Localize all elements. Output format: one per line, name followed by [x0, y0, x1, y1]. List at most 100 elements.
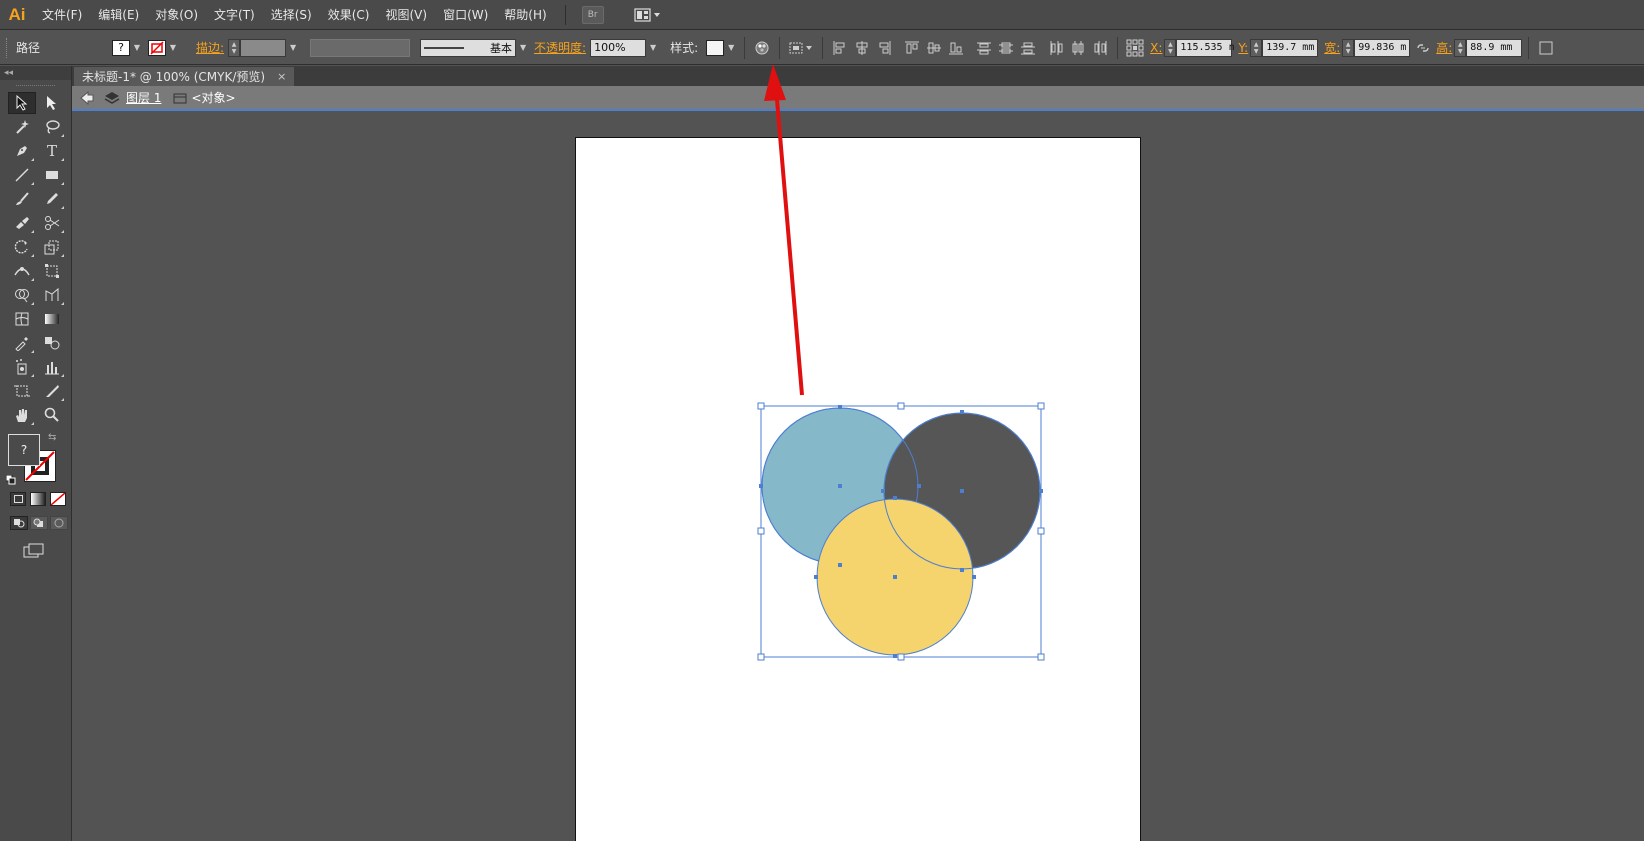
close-icon[interactable]: × [277, 70, 286, 83]
style-dropdown-icon[interactable]: ▼ [724, 40, 738, 56]
gradient-mode-icon[interactable] [30, 492, 46, 506]
column-graph-tool-icon[interactable] [38, 356, 66, 378]
distribute-right-icon[interactable] [1089, 37, 1111, 59]
draw-inside-icon[interactable] [50, 516, 68, 530]
magic-wand-tool-icon[interactable] [8, 116, 36, 138]
gradient-tool-icon[interactable] [38, 308, 66, 330]
fill-dropdown-icon[interactable]: ▼ [130, 40, 144, 56]
rotate-tool-icon[interactable] [8, 236, 36, 258]
lasso-tool-icon[interactable] [38, 116, 66, 138]
document-tab[interactable]: 未标题-1* @ 100% (CMYK/预览) × [74, 67, 295, 86]
draw-normal-icon[interactable] [10, 516, 28, 530]
align-right-icon[interactable] [873, 37, 895, 59]
brush-dropdown-icon[interactable]: ▼ [516, 40, 530, 56]
width-field[interactable]: 99.836 m [1354, 38, 1411, 57]
zoom-tool-icon[interactable] [38, 404, 66, 426]
stroke-weight-spinner[interactable]: ▲ ▼ [228, 38, 241, 57]
variable-width-field[interactable] [310, 38, 411, 57]
menu-edit[interactable]: 编辑(E) [90, 0, 147, 30]
align-vcenter-icon[interactable] [923, 37, 945, 59]
menu-file[interactable]: 文件(F) [34, 0, 90, 30]
transform-panel-icon[interactable] [1535, 37, 1557, 59]
tools-panel-collapse[interactable]: ◂◂ [0, 66, 71, 80]
hand-tool-icon[interactable] [8, 404, 36, 426]
draw-behind-icon[interactable] [30, 516, 48, 530]
layer-breadcrumb[interactable]: 图层 1 [126, 89, 161, 106]
height-label[interactable]: 高: [1436, 39, 1452, 56]
color-mode-icon[interactable] [10, 492, 26, 506]
rectangle-tool-icon[interactable] [38, 164, 66, 186]
graphic-style-swatch[interactable] [706, 39, 725, 56]
opacity-dropdown-icon[interactable]: ▼ [646, 40, 660, 56]
opacity-field[interactable]: 100% [590, 38, 647, 57]
stroke-weight-label[interactable]: 描边: [196, 39, 224, 56]
align-top-icon[interactable] [901, 37, 923, 59]
paintbrush-tool-icon[interactable] [8, 188, 36, 210]
type-tool-icon[interactable]: T [38, 140, 66, 162]
reference-point-icon[interactable] [1124, 37, 1146, 59]
back-arrow-icon[interactable] [76, 90, 98, 105]
artboard-tool-icon[interactable] [8, 380, 36, 402]
distribute-hcenter-icon[interactable] [1067, 37, 1089, 59]
y-field[interactable]: 139.7 mm [1262, 38, 1319, 57]
align-left-icon[interactable] [829, 37, 851, 59]
menu-object[interactable]: 对象(O) [147, 0, 206, 30]
free-transform-tool-icon[interactable] [38, 260, 66, 282]
stroke-dropdown-icon[interactable]: ▼ [166, 40, 180, 56]
scale-tool-icon[interactable] [38, 236, 66, 258]
fill-swatch[interactable]: ? [112, 39, 130, 56]
menu-select[interactable]: 选择(S) [263, 0, 320, 30]
menu-view[interactable]: 视图(V) [377, 0, 435, 30]
height-spinner[interactable]: ▲ ▼ [1454, 38, 1467, 57]
pen-tool-icon[interactable] [8, 140, 36, 162]
blend-tool-icon[interactable] [38, 332, 66, 354]
height-field[interactable]: 88.9 mm [1466, 38, 1523, 57]
line-segment-tool-icon[interactable] [8, 164, 36, 186]
canvas[interactable] [72, 112, 1644, 841]
menu-type[interactable]: 文字(T) [206, 0, 263, 30]
blob-brush-tool-icon[interactable] [8, 212, 36, 234]
width-spinner[interactable]: ▲ ▼ [1342, 38, 1355, 57]
workspace-switcher[interactable] [634, 7, 662, 23]
direct-selection-tool-icon[interactable] [38, 92, 66, 114]
stroke-weight-dropdown-icon[interactable]: ▼ [286, 40, 300, 56]
y-spinner[interactable]: ▲ ▼ [1250, 38, 1263, 57]
menu-help[interactable]: 帮助(H) [496, 0, 554, 30]
constrain-proportions-icon[interactable] [1412, 37, 1434, 59]
perspective-grid-tool-icon[interactable] [38, 284, 66, 306]
y-label[interactable]: Y: [1238, 41, 1248, 55]
align-to-selection-icon[interactable] [786, 37, 816, 59]
symbol-sprayer-tool-icon[interactable] [8, 356, 36, 378]
align-hcenter-icon[interactable] [851, 37, 873, 59]
pencil-tool-icon[interactable] [38, 188, 66, 210]
selection-tool-icon[interactable] [8, 92, 36, 114]
shape-builder-tool-icon[interactable] [8, 284, 36, 306]
eyedropper-tool-icon[interactable] [8, 332, 36, 354]
distribute-top-icon[interactable] [973, 37, 995, 59]
width-tool-icon[interactable] [8, 260, 36, 282]
mesh-tool-icon[interactable] [8, 308, 36, 330]
distribute-vcenter-icon[interactable] [995, 37, 1017, 59]
align-bottom-icon[interactable] [945, 37, 967, 59]
opacity-label[interactable]: 不透明度: [534, 39, 586, 56]
scissors-tool-icon[interactable] [38, 212, 66, 234]
slice-tool-icon[interactable] [38, 380, 66, 402]
recolor-artwork-icon[interactable] [751, 37, 773, 59]
fill-box[interactable]: ? [8, 434, 40, 466]
x-label[interactable]: X: [1150, 41, 1162, 55]
width-label[interactable]: 宽: [1324, 39, 1340, 56]
brush-definition-field[interactable]: 基本 [420, 38, 517, 57]
x-field[interactable]: 115.535 n [1176, 38, 1235, 57]
distribute-left-icon[interactable] [1045, 37, 1067, 59]
stroke-swatch[interactable] [148, 39, 166, 56]
menu-window[interactable]: 窗口(W) [435, 0, 496, 30]
panel-grip[interactable] [6, 37, 10, 58]
stroke-weight-field[interactable] [240, 38, 287, 57]
bridge-button[interactable]: Br [581, 5, 604, 24]
menu-effect[interactable]: 效果(C) [320, 0, 378, 30]
screen-mode-icon[interactable] [22, 542, 46, 560]
distribute-bottom-icon[interactable] [1017, 37, 1039, 59]
object-breadcrumb[interactable]: <对象> [191, 89, 235, 106]
x-spinner[interactable]: ▲ ▼ [1164, 38, 1177, 57]
swap-fill-stroke-icon[interactable]: ⇆ [48, 432, 56, 443]
